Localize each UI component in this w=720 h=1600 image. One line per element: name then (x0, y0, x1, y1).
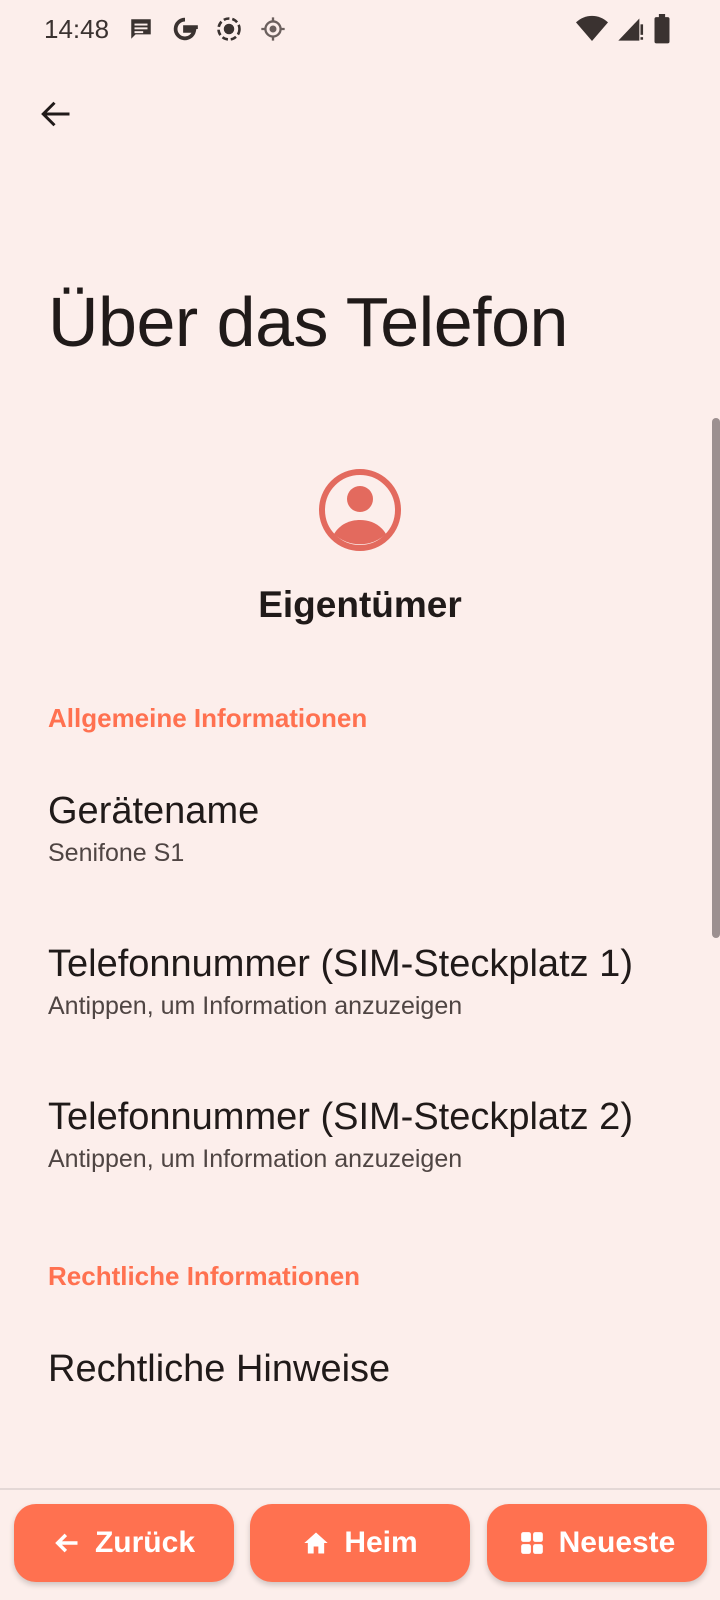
pref-title: Telefonnummer (SIM-Steckplatz 1) (48, 943, 633, 985)
nav-home-button[interactable]: Heim (250, 1504, 470, 1582)
pref-summary: Senifone S1 (48, 839, 185, 867)
arrow-back-icon (55, 1533, 78, 1553)
scrollbar[interactable] (712, 418, 720, 938)
status-bar: 14:48 (0, 0, 720, 60)
list-item-phone-sim2[interactable]: Telefonnummer (SIM-Steckplatz 2) Antippe… (0, 1094, 704, 1176)
status-icons-left (126, 14, 288, 44)
owner-label[interactable]: Eigentümer (0, 584, 720, 626)
nav-recent-button[interactable]: Neueste (487, 1504, 707, 1582)
pref-title: Rechtliche Hinweise (48, 1348, 391, 1390)
google-icon (170, 14, 200, 44)
page-title: Über das Telefon (48, 283, 568, 361)
nav-home-label: Heim (344, 1526, 418, 1559)
signal-icon (616, 15, 644, 48)
status-icons-right (576, 14, 672, 49)
screen-record-icon (214, 14, 244, 44)
section-header-general: Allgemeine Informationen (48, 703, 368, 733)
home-icon (304, 1532, 328, 1554)
arrow-back-icon (41, 101, 70, 127)
status-time: 14:48 (44, 14, 110, 44)
list-item-device-name[interactable]: Gerätename Senifone S1 (0, 788, 704, 870)
list-item-legal-notices[interactable]: Rechtliche Hinweise (0, 1346, 704, 1392)
recent-apps-icon (520, 1532, 543, 1554)
pref-title: Gerätename (48, 790, 260, 832)
pref-summary: Antippen, um Information anzuzeigen (48, 1145, 463, 1173)
back-button[interactable] (30, 88, 82, 140)
location-icon (258, 14, 288, 44)
list-item-phone-sim1[interactable]: Telefonnummer (SIM-Steckplatz 1) Antippe… (0, 941, 704, 1023)
nav-recent-label: Neueste (558, 1526, 676, 1559)
owner-avatar-icon[interactable] (318, 468, 402, 552)
section-header-legal: Rechtliche Informationen (48, 1261, 361, 1291)
battery-icon (652, 14, 672, 49)
message-icon (126, 14, 156, 44)
pref-title: Telefonnummer (SIM-Steckplatz 2) (48, 1096, 633, 1138)
nav-back-button[interactable]: Zurück (14, 1504, 234, 1582)
wifi-icon (576, 15, 608, 48)
pref-summary: Antippen, um Information anzuzeigen (48, 992, 463, 1020)
nav-back-label: Zurück (94, 1526, 196, 1559)
